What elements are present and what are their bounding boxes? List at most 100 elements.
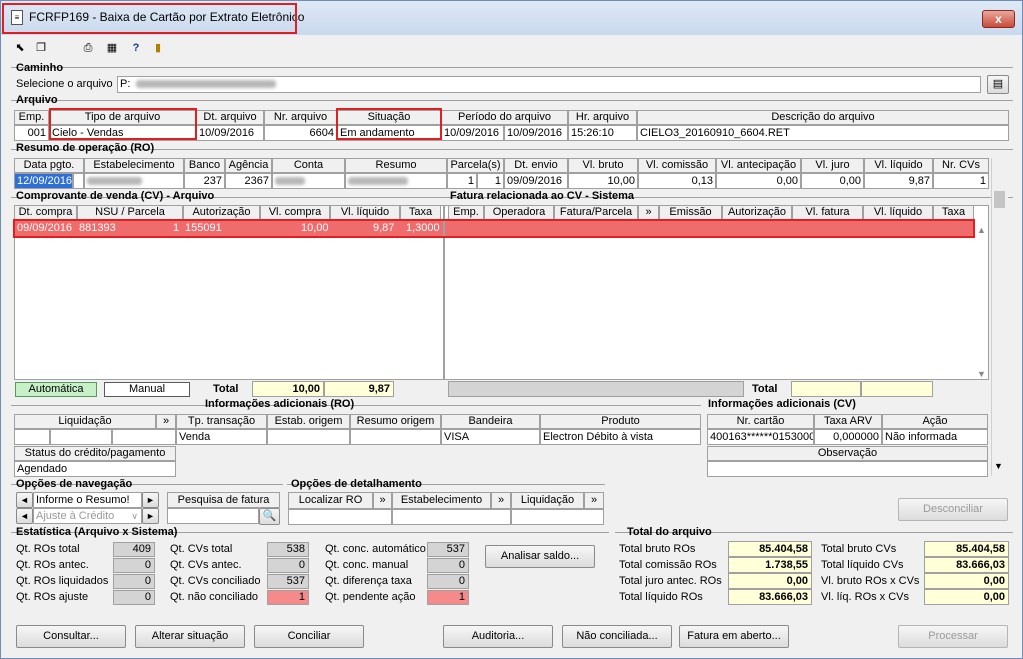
printer-icon[interactable]: ⎙ bbox=[81, 42, 95, 55]
stat-ros-antec: 0 bbox=[113, 558, 155, 573]
main-scroll-thumb[interactable] bbox=[994, 191, 1005, 208]
liquidacao-expand[interactable]: » bbox=[584, 492, 604, 509]
ro-vl-liquido[interactable]: 9,87 bbox=[864, 173, 933, 189]
desconciliar-button[interactable]: Desconciliar bbox=[898, 498, 1008, 521]
section-caminho: Caminho bbox=[16, 62, 64, 74]
cv-acao[interactable]: Não informada bbox=[882, 429, 988, 445]
nav-prev-button-2[interactable]: ◄ bbox=[16, 508, 33, 524]
ro-resumo-origem[interactable] bbox=[350, 429, 441, 445]
ro-estabelecimento[interactable] bbox=[84, 173, 184, 189]
col-data-pgto: Data pgto. bbox=[14, 158, 84, 173]
ro-vl-bruto[interactable]: 10,00 bbox=[568, 173, 638, 189]
localizar-ro-button[interactable]: Localizar RO bbox=[288, 492, 373, 509]
col-vl-fatura: Vl. fatura bbox=[792, 205, 863, 220]
estabelecimento-value[interactable] bbox=[392, 509, 511, 525]
fatura-hscroll[interactable] bbox=[448, 381, 744, 397]
arquivo-emp[interactable]: 001 bbox=[14, 125, 49, 141]
title-bar: ≡ FCRFP169 - Baixa de Cartão por Extrato… bbox=[1, 1, 1022, 35]
col-fat-autorizacao: Autorização bbox=[722, 205, 792, 220]
status-credito-value[interactable]: Agendado bbox=[14, 461, 176, 477]
nav-next-button-2[interactable]: ► bbox=[142, 508, 159, 524]
ro-liq-2[interactable] bbox=[50, 429, 112, 445]
total-liquido-ros: 83.666,03 bbox=[728, 589, 812, 605]
consultar-button[interactable]: Consultar... bbox=[16, 625, 126, 648]
liquidacao-button[interactable]: Liquidação bbox=[511, 492, 584, 509]
estabelecimento-expand[interactable]: » bbox=[491, 492, 511, 509]
cv-nr-cartao[interactable]: 400163******0153000 bbox=[707, 429, 814, 445]
search-icon: 🔍 bbox=[262, 510, 277, 522]
title-highlight bbox=[2, 3, 297, 34]
col-agencia: Agência bbox=[225, 158, 272, 173]
alterar-situacao-button[interactable]: Alterar situação bbox=[135, 625, 245, 648]
ro-vl-juro[interactable]: 0,00 bbox=[801, 173, 864, 189]
observacao-value[interactable] bbox=[707, 461, 988, 477]
cv-total-compra: 10,00 bbox=[252, 381, 324, 397]
arquivo-nr[interactable]: 6604 bbox=[264, 125, 337, 141]
pesquisa-fatura-label: Pesquisa de fatura bbox=[167, 492, 280, 508]
ro-parcela-1[interactable]: 1 bbox=[447, 173, 477, 189]
liquidacao-value[interactable] bbox=[511, 509, 604, 525]
nav-informe-resumo[interactable]: Informe o Resumo! bbox=[33, 492, 142, 508]
ro-bandeira[interactable]: VISA bbox=[441, 429, 540, 445]
col-vl-compra: Vl. compra bbox=[260, 205, 330, 220]
file-path-input[interactable]: P: bbox=[117, 76, 981, 93]
cv-taxa-arv[interactable]: 0,000000 bbox=[814, 429, 882, 445]
arquivo-periodo-inicio[interactable]: 10/09/2016 bbox=[441, 125, 504, 141]
ro-resumo[interactable] bbox=[345, 173, 447, 189]
main-scrollbar[interactable] bbox=[991, 188, 1008, 476]
col-fatura-parcela: Fatura/Parcela bbox=[554, 205, 638, 220]
localizar-ro-value[interactable] bbox=[288, 509, 392, 525]
estabelecimento-button[interactable]: Estabelecimento bbox=[392, 492, 491, 509]
fatura-scroll-down-icon[interactable]: ▼ bbox=[977, 369, 986, 379]
col-dt-arquivo: Dt. arquivo bbox=[196, 110, 264, 125]
close-button[interactable]: x bbox=[982, 10, 1015, 28]
arrow-select-icon[interactable]: ⬉ bbox=[13, 42, 27, 55]
col-nsu: NSU / Parcela bbox=[77, 205, 183, 220]
col-liquidacao-expand[interactable]: » bbox=[156, 414, 176, 429]
stat-cvs-conc-label: Qt. CVs conciliado bbox=[170, 575, 261, 587]
nav-ajuste-credito[interactable]: Ajuste à Crédito ∨ bbox=[33, 508, 142, 524]
auditoria-button[interactable]: Auditoria... bbox=[443, 625, 553, 648]
ro-estab-origem[interactable] bbox=[267, 429, 350, 445]
vl-liq-ros-cvs: 0,00 bbox=[924, 589, 1009, 605]
ro-liq-3[interactable] bbox=[112, 429, 176, 445]
processar-button[interactable]: Processar bbox=[898, 625, 1008, 648]
ro-liq-1[interactable] bbox=[14, 429, 50, 445]
ro-agencia[interactable]: 2367 bbox=[225, 173, 272, 189]
arquivo-descricao[interactable]: CIELO3_20160910_6604.RET bbox=[637, 125, 1009, 141]
nav-prev-button-1[interactable]: ◄ bbox=[16, 492, 33, 508]
windows-icon[interactable]: ❐ bbox=[34, 42, 48, 55]
ro-scrollbar[interactable] bbox=[991, 158, 1008, 189]
col-fat-expand[interactable]: » bbox=[638, 205, 659, 220]
fatura-scroll-up-icon[interactable]: ▲ bbox=[977, 225, 986, 235]
col-nr-arquivo: Nr. arquivo bbox=[264, 110, 337, 125]
ro-nr-cvs[interactable]: 1 bbox=[933, 173, 989, 189]
ro-tp-transacao[interactable]: Venda bbox=[176, 429, 267, 445]
conciliar-button[interactable]: Conciliar bbox=[254, 625, 364, 648]
pesquisa-search-button[interactable]: 🔍 bbox=[259, 508, 280, 525]
calculator-icon[interactable]: ▦ bbox=[105, 42, 119, 55]
ro-vl-comissao[interactable]: 0,13 bbox=[638, 173, 716, 189]
arquivo-periodo-fim[interactable]: 10/09/2016 bbox=[504, 125, 568, 141]
pesquisa-fatura-input[interactable] bbox=[167, 508, 259, 524]
ro-produto[interactable]: Electron Débito à vista bbox=[540, 429, 701, 445]
exit-door-icon[interactable]: ▮ bbox=[151, 42, 165, 55]
ro-data-pgto[interactable]: 12/09/2016 bbox=[14, 173, 73, 189]
analisar-saldo-button[interactable]: Analisar saldo... bbox=[485, 545, 595, 568]
ro-vl-antecipacao[interactable]: 0,00 bbox=[716, 173, 801, 189]
localizar-ro-expand[interactable]: » bbox=[373, 492, 392, 509]
scroll-down-icon[interactable]: ▼ bbox=[994, 461, 1003, 471]
ro-parcela-2[interactable]: 1 bbox=[477, 173, 504, 189]
browse-file-button[interactable]: ▤ bbox=[987, 75, 1009, 94]
ro-banco[interactable]: 237 bbox=[184, 173, 225, 189]
nav-next-button-1[interactable]: ► bbox=[142, 492, 159, 508]
help-icon[interactable]: ? bbox=[129, 42, 143, 55]
arquivo-dt[interactable]: 10/09/2016 bbox=[196, 125, 264, 141]
nao-conciliada-button[interactable]: Não conciliada... bbox=[562, 625, 672, 648]
fatura-aberto-button[interactable]: Fatura em aberto... bbox=[679, 625, 789, 648]
ro-dt-envio[interactable]: 09/09/2016 bbox=[504, 173, 568, 189]
stat-dif-taxa: 0 bbox=[427, 574, 469, 589]
ro-conta[interactable] bbox=[272, 173, 345, 189]
section-info-cv: Informações adicionais (CV) bbox=[708, 398, 856, 410]
arquivo-hr[interactable]: 15:26:10 bbox=[568, 125, 637, 141]
